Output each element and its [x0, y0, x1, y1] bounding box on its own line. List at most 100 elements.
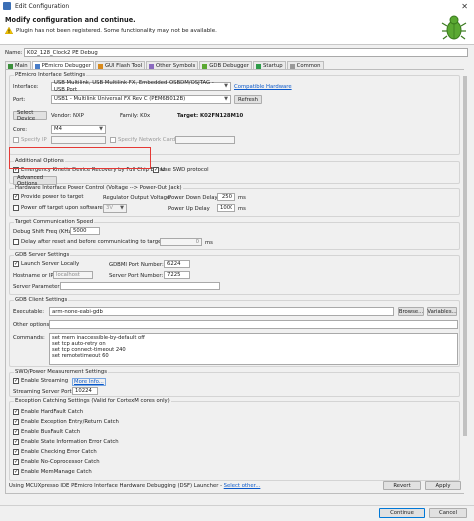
power-control-group: Hardware Interface Power Control (Voltag…: [9, 185, 460, 217]
delay-after-reset-input[interactable]: [160, 238, 202, 246]
commands-textarea[interactable]: set mem inaccessible-by-default off set …: [49, 333, 458, 365]
debug-shift-freq-input[interactable]: [70, 227, 100, 235]
checkmark-icon: ✓: [13, 439, 19, 445]
panel-scrollbar[interactable]: [462, 70, 468, 493]
checkbox-label: Provide power to target: [21, 194, 84, 200]
launcher-text: Using MCUXpresso IDE PEmicro Interface H…: [9, 483, 222, 489]
group-title: GDB Client Settings: [14, 297, 69, 303]
other-options-input[interactable]: [49, 320, 458, 329]
checkbox-box: [110, 137, 116, 143]
checkmark-icon: ✓: [13, 378, 19, 384]
memmanage-catch-checkbox[interactable]: ✓ Enable MemManage Catch: [13, 469, 92, 475]
gdbmi-port-label: GDBMI Port Number:: [109, 262, 164, 268]
window-title: Edit Configuration: [15, 2, 70, 10]
port-select[interactable]: USB1 - Multilink Universal FX Rev C (PEM…: [51, 95, 231, 104]
continue-button[interactable]: Continue: [379, 508, 425, 518]
checkmark-icon: ✓: [13, 409, 19, 415]
specify-ip-input[interactable]: [51, 136, 106, 144]
checkmark-icon: ✓: [13, 419, 19, 425]
checkmark-icon: ✓: [13, 429, 19, 435]
variables-button[interactable]: Variables...: [427, 307, 457, 316]
provide-power-checkbox[interactable]: ✓ Provide power to target: [13, 194, 83, 200]
regulator-voltage-select[interactable]: 3V ▼: [103, 204, 127, 213]
vendor-label: Vendor: NXP: [51, 113, 84, 119]
checkmark-icon: ✓: [13, 459, 19, 465]
core-select[interactable]: M4 ▼: [51, 125, 106, 134]
checkbox-label: Enable Checking Error Catch: [21, 449, 97, 455]
symbols-tab-icon: [149, 63, 155, 69]
hardfault-catch-checkbox[interactable]: ✓ Enable HardFault Catch: [13, 409, 83, 415]
browse-button[interactable]: Browse...: [398, 307, 424, 316]
no-coprocessor-catch-checkbox[interactable]: ✓ Enable No-Coprocessor Catch: [13, 459, 100, 465]
configuration-name-input[interactable]: [24, 48, 468, 57]
delay-after-reset-checkbox[interactable]: Delay after reset and before communicati…: [13, 239, 172, 245]
refresh-button[interactable]: Refresh: [234, 95, 263, 104]
busfault-catch-checkbox[interactable]: ✓ Enable BusFault Catch: [13, 429, 80, 435]
revert-button[interactable]: Revert: [383, 481, 421, 490]
gdb-server-group: GDB Server Settings ✓ Launch Server Local…: [9, 252, 460, 295]
executable-input[interactable]: [49, 307, 394, 316]
select-device-button[interactable]: Select Device: [13, 110, 47, 122]
select-other-link[interactable]: Select other...: [224, 483, 261, 489]
group-title: Target Communication Speed: [14, 219, 95, 225]
compatible-hardware-link[interactable]: Compatible Hardware: [234, 84, 292, 90]
port-label: Port:: [13, 97, 26, 103]
specify-ip-checkbox[interactable]: Specify IP: [13, 137, 47, 143]
checkbox-box: [13, 205, 19, 211]
more-info-link[interactable]: More Info...: [72, 378, 106, 386]
checkbox-label: Enable HardFault Catch: [21, 409, 84, 415]
checkbox-label: Delay after reset and before communicati…: [21, 239, 173, 245]
checkmark-icon: ✓: [13, 261, 19, 267]
chevron-down-icon: ▼: [99, 126, 103, 132]
checkbox-label: Specify Network Card IP: [118, 137, 182, 143]
server-port-input[interactable]: [164, 271, 190, 279]
checkbox-label: Use SWD protocol: [161, 167, 209, 173]
checkmark-icon: ✓: [153, 167, 159, 173]
exception-catching-group: Exception Catching Settings (Valid for C…: [9, 398, 460, 481]
group-title: GDB Server Settings: [14, 252, 71, 258]
communication-speed-group: Target Communication Speed Debug Shift F…: [9, 219, 460, 250]
use-swd-checkbox[interactable]: ✓ Use SWD protocol: [153, 167, 209, 173]
cancel-button[interactable]: Cancel: [429, 508, 467, 518]
advanced-options-button[interactable]: Advanced Options: [13, 175, 57, 187]
server-parameters-input[interactable]: [60, 282, 220, 290]
streaming-port-input[interactable]: [72, 387, 98, 395]
close-icon[interactable]: ✕: [461, 2, 468, 11]
network-card-ip-input[interactable]: [175, 136, 235, 144]
power-down-delay-input[interactable]: [217, 193, 235, 201]
server-port-label: Server Port Number:: [109, 273, 164, 279]
apply-button[interactable]: Apply: [425, 481, 461, 490]
scrollbar-thumb[interactable]: [463, 76, 467, 436]
chevron-down-icon: ▼: [120, 205, 124, 211]
core-value: M4: [54, 126, 62, 132]
hostname-input[interactable]: [53, 271, 93, 279]
interface-select[interactable]: USB Multilink, USB Multilink FX, Embedde…: [51, 80, 231, 93]
warning-text: Plugin has not been registered. Some fun…: [16, 27, 217, 34]
window-titlebar: Edit Configuration ✕: [0, 0, 474, 12]
specify-network-card-ip-checkbox[interactable]: Specify Network Card IP: [110, 137, 182, 143]
streaming-port-label: Streaming Server Port:: [13, 389, 74, 395]
warning-icon: [5, 27, 13, 34]
executable-label: Executable:: [13, 309, 45, 315]
gdb-client-group: GDB Client Settings Executable: Browse..…: [9, 297, 460, 367]
power-up-delay-input[interactable]: [217, 204, 235, 212]
regulator-value: 3V: [106, 205, 113, 211]
launcher-info: Using MCUXpresso IDE PEmicro Interface H…: [9, 483, 260, 489]
launch-server-locally-checkbox[interactable]: ✓ Launch Server Locally: [13, 261, 79, 267]
checkbox-label: Power off target upon software exit: [21, 205, 115, 211]
ms-unit: ms: [238, 206, 246, 212]
ms-unit: ms: [238, 195, 246, 201]
common-tab-icon: [289, 63, 295, 69]
checkbox-label: Launch Server Locally: [21, 261, 80, 267]
enable-streaming-checkbox[interactable]: ✓ Enable Streaming: [13, 378, 68, 384]
exception-entry-return-catch-checkbox[interactable]: ✓ Enable Exception Entry/Return Catch: [13, 419, 119, 425]
dialog-header: Modify configuration and continue. Plugi…: [0, 12, 474, 45]
power-off-target-checkbox[interactable]: Power off target upon software exit: [13, 205, 114, 211]
state-info-error-catch-checkbox[interactable]: ✓ Enable State Information Error Catch: [13, 439, 119, 445]
gdbmi-port-input[interactable]: [164, 260, 190, 268]
debug-shift-freq-label: Debug Shift Freq (KHz):: [13, 229, 76, 235]
hostname-label: Hostname or IP:: [13, 273, 56, 279]
main-tab-icon: [8, 63, 13, 69]
checking-error-catch-checkbox[interactable]: ✓ Enable Checking Error Catch: [13, 449, 97, 455]
family-label: Family: K0x: [120, 113, 151, 119]
